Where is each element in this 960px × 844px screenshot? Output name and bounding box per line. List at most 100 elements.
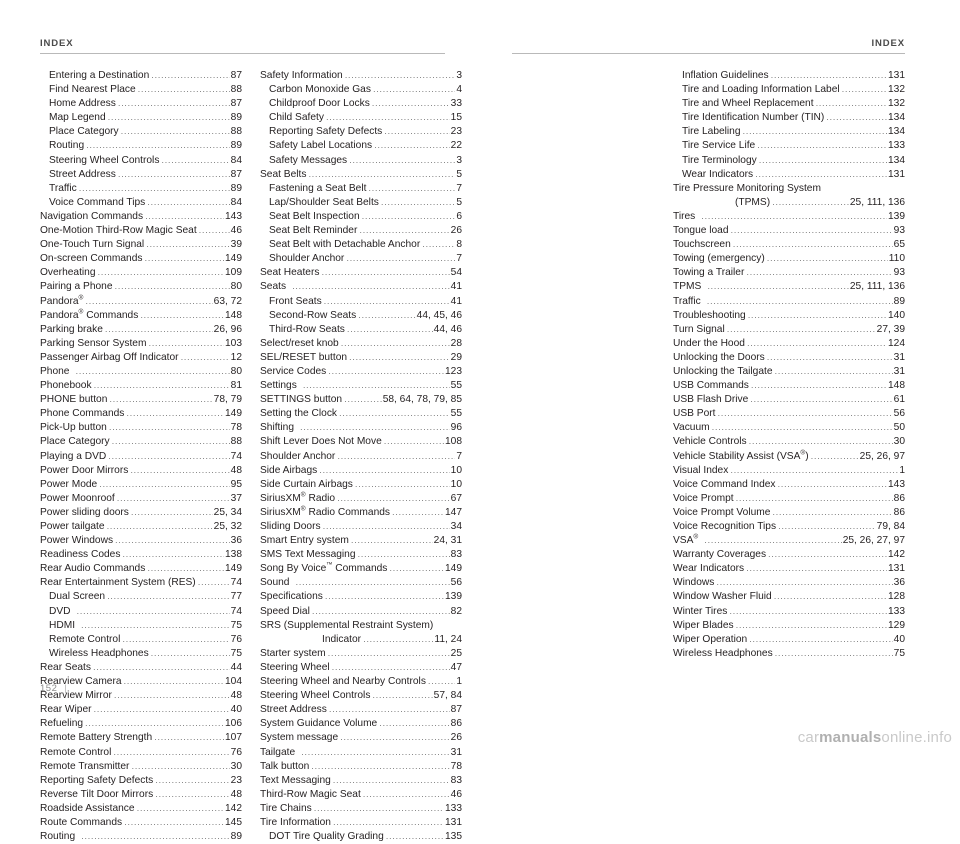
index-entry[interactable]: Tire Identification Number (TIN) 134 [673, 111, 905, 125]
index-entry[interactable]: Lap/Shoulder Seat Belts 5 [260, 196, 462, 210]
index-entry[interactable]: Power Mode 95 [40, 478, 242, 492]
index-entry[interactable]: Power sliding doors 25, 34 [40, 506, 242, 520]
index-entry[interactable]: Seats 41 [260, 280, 462, 294]
index-entry[interactable]: Winter Tires 133 [673, 605, 905, 619]
index-entry[interactable]: Parking brake 26, 96 [40, 323, 242, 337]
index-entry[interactable]: Remote Control 76 [40, 633, 242, 647]
index-entry[interactable]: Remote Battery Strength 107 [40, 731, 242, 745]
index-entry[interactable]: Roadside Assistance 142 [40, 802, 242, 816]
index-entry[interactable]: Smart Entry system 24, 31 [260, 534, 462, 548]
index-entry[interactable]: Remote Transmitter 30 [40, 760, 242, 774]
index-entry[interactable]: Fastening a Seat Belt 7 [260, 182, 462, 196]
index-entry[interactable]: Pandora® 63, 72 [40, 294, 242, 309]
index-entry[interactable]: Third-Row Seats 44, 46 [260, 323, 462, 337]
index-entry[interactable]: Sliding Doors 34 [260, 520, 462, 534]
index-entry[interactable]: Voice Recognition Tips 79, 84 [673, 520, 905, 534]
index-entry[interactable]: Parking Sensor System 103 [40, 337, 242, 351]
index-entry[interactable]: DVD 74 [40, 605, 242, 619]
index-entry[interactable]: Overheating 109 [40, 266, 242, 280]
index-entry[interactable]: Place Category 88 [40, 125, 242, 139]
index-entry[interactable]: (TPMS) 25, 111, 136 [673, 196, 905, 210]
index-entry[interactable]: Phone 80 [40, 365, 242, 379]
index-entry[interactable]: Shoulder Anchor 7 [260, 252, 462, 266]
index-entry[interactable]: Vehicle Controls 30 [673, 435, 905, 449]
index-entry[interactable]: Turn Signal 27, 39 [673, 323, 905, 337]
index-entry[interactable]: SRS (Supplemental Restraint System) [260, 619, 462, 633]
index-entry[interactable]: Under the Hood 124 [673, 337, 905, 351]
index-entry[interactable]: Third-Row Magic Seat 46 [260, 788, 462, 802]
index-entry[interactable]: Warranty Coverages 142 [673, 548, 905, 562]
index-entry[interactable]: Shoulder Anchor 7 [260, 450, 462, 464]
index-entry[interactable]: Towing (emergency) 110 [673, 252, 905, 266]
index-entry[interactable]: Side Curtain Airbags 10 [260, 478, 462, 492]
index-entry[interactable]: Tire Information 131 [260, 816, 462, 830]
index-entry[interactable]: Tire and Wheel Replacement 132 [673, 97, 905, 111]
index-entry[interactable]: Voice Command Index 143 [673, 478, 905, 492]
index-entry[interactable]: Towing a Trailer 93 [673, 266, 905, 280]
index-entry[interactable]: Wireless Headphones 75 [40, 647, 242, 661]
index-entry[interactable]: Safety Messages 3 [260, 154, 462, 168]
index-entry[interactable]: Dual Screen 77 [40, 590, 242, 604]
index-entry[interactable]: Carbon Monoxide Gas 4 [260, 83, 462, 97]
index-entry[interactable]: Shift Lever Does Not Move 108 [260, 435, 462, 449]
index-entry[interactable]: Window Washer Fluid 128 [673, 590, 905, 604]
index-entry[interactable]: Navigation Commands 143 [40, 210, 242, 224]
index-entry[interactable]: Tire Service Life 133 [673, 139, 905, 153]
index-entry[interactable]: Tire Chains 133 [260, 802, 462, 816]
index-entry[interactable]: Wireless Headphones 75 [673, 647, 905, 661]
index-entry[interactable]: Remote Control 76 [40, 746, 242, 760]
index-entry[interactable]: Wear Indicators 131 [673, 562, 905, 576]
index-entry[interactable]: Specifications 139 [260, 590, 462, 604]
index-entry[interactable]: Vehicle Stability Assist (VSA®) 25, 26, 9… [673, 449, 905, 464]
index-entry[interactable]: Steering Wheel Controls 84 [40, 154, 242, 168]
index-entry[interactable]: VSA® 25, 26, 27, 97 [673, 534, 905, 548]
index-entry[interactable]: USB Port 56 [673, 407, 905, 421]
index-entry[interactable]: Voice Command Tips 84 [40, 196, 242, 210]
index-entry[interactable]: Tire Terminology 134 [673, 154, 905, 168]
index-entry[interactable]: Shifting 96 [260, 421, 462, 435]
index-entry[interactable]: Windows 36 [673, 576, 905, 590]
index-entry[interactable]: Text Messaging 83 [260, 774, 462, 788]
index-entry[interactable]: Passenger Airbag Off Indicator 12 [40, 351, 242, 365]
index-entry[interactable]: USB Commands 148 [673, 379, 905, 393]
index-entry[interactable]: Tailgate 31 [260, 746, 462, 760]
index-entry[interactable]: Service Codes 123 [260, 365, 462, 379]
index-entry[interactable]: Tire and Loading Information Label 132 [673, 83, 905, 97]
index-entry[interactable]: SiriusXM® Radio 67 [260, 492, 462, 506]
index-entry[interactable]: Tongue load 93 [673, 224, 905, 238]
index-entry[interactable]: Reporting Safety Defects 23 [40, 774, 242, 788]
index-entry[interactable]: Visual Index 1 [673, 464, 905, 478]
index-entry[interactable]: On-screen Commands 149 [40, 252, 242, 266]
index-entry[interactable]: System message 26 [260, 731, 462, 745]
index-entry[interactable]: Unlocking the Doors 31 [673, 351, 905, 365]
index-entry[interactable]: Reverse Tilt Door Mirrors 48 [40, 788, 242, 802]
index-entry[interactable]: Pick-Up button 78 [40, 421, 242, 435]
index-entry[interactable]: Phonebook 81 [40, 379, 242, 393]
index-entry[interactable]: Phone Commands 149 [40, 407, 242, 421]
index-entry[interactable]: Wiper Blades 129 [673, 619, 905, 633]
index-entry[interactable]: Unlocking the Tailgate 31 [673, 365, 905, 379]
index-entry[interactable]: Power tailgate 25, 32 [40, 520, 242, 534]
index-entry[interactable]: SMS Text Messaging 83 [260, 548, 462, 562]
index-entry[interactable]: One-Touch Turn Signal 39 [40, 238, 242, 252]
index-entry[interactable]: Refueling 106 [40, 717, 242, 731]
index-entry[interactable]: SEL/RESET button 29 [260, 351, 462, 365]
index-entry[interactable]: Rear Wiper 40 [40, 703, 242, 717]
index-entry[interactable]: Power Windows 36 [40, 534, 242, 548]
index-entry[interactable]: Routing 89 [40, 830, 242, 844]
index-entry[interactable]: Power Moonroof 37 [40, 492, 242, 506]
index-entry[interactable]: Entering a Destination 87 [40, 69, 242, 83]
index-entry[interactable]: Seat Belt with Detachable Anchor 8 [260, 238, 462, 252]
index-entry[interactable]: Indicator 11, 24 [260, 633, 462, 647]
index-entry[interactable]: Pairing a Phone 80 [40, 280, 242, 294]
index-entry[interactable]: Rear Entertainment System (RES) 74 [40, 576, 242, 590]
index-entry[interactable]: Voice Prompt Volume 86 [673, 506, 905, 520]
index-entry[interactable]: Steering Wheel and Nearby Controls 1 [260, 675, 462, 689]
index-entry[interactable]: Find Nearest Place 88 [40, 83, 242, 97]
index-entry[interactable]: Place Category 88 [40, 435, 242, 449]
index-entry[interactable]: Song By Voice™ Commands 149 [260, 562, 462, 576]
index-entry[interactable]: SETTINGS button 58, 64, 78, 79, 85 [260, 393, 462, 407]
index-entry[interactable]: Steering Wheel Controls 57, 84 [260, 689, 462, 703]
index-entry[interactable]: Traffic 89 [673, 295, 905, 309]
index-entry[interactable]: Inflation Guidelines 131 [673, 69, 905, 83]
